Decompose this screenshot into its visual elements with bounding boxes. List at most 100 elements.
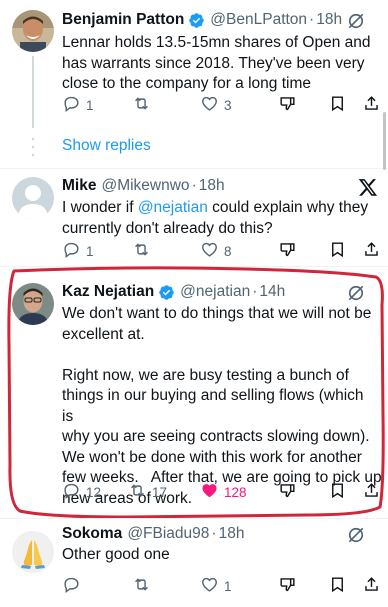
timestamp[interactable]: 14h [259,283,285,301]
tweet-header: Benjamin Patton @BenLPatton · 18h [62,9,342,31]
like-count: 8 [224,243,232,259]
share-icon [362,575,381,597]
separator-dot: · [191,177,197,194]
tweet-text: We don't want to do things that we will … [62,304,382,509]
tweet-line: currently don't already do this? [62,219,273,237]
retweet-icon [132,94,151,116]
reply-button[interactable]: 12 [62,481,101,503]
reply-icon [62,481,81,503]
retweet-icon [132,575,151,597]
mention-link[interactable]: @nejatian [138,199,208,216]
thread-dots-icon [31,137,35,157]
tweet-actions: 1 [62,575,382,597]
display-name[interactable]: Sokoma [62,525,122,543]
timestamp[interactable]: 18h [199,177,225,195]
tweet-line: We don't want to do things that we will … [62,305,372,322]
retweet-button[interactable] [132,94,156,116]
show-replies-link[interactable]: Show replies [62,137,151,155]
handle[interactable]: @BenLPatton [210,11,307,29]
heart-icon [200,575,219,597]
share-button[interactable] [362,575,381,597]
tweet-text: Lennar holds 13.5-15mn shares of Open an… [62,33,378,95]
like-count: 3 [224,97,232,113]
display-name[interactable]: Mike [62,177,96,195]
reply-button[interactable]: 1 [62,94,94,116]
retweet-button[interactable]: 17 [128,481,167,503]
bookmark-icon [328,575,347,597]
avatar[interactable] [12,283,54,325]
praying-hands-emoji-icon [12,531,54,573]
thumbs-down-icon [278,240,297,262]
retweet-icon [128,481,147,503]
bookmark-button[interactable] [328,575,347,597]
separator-dot: · [309,11,315,28]
like-count: 128 [224,484,247,500]
retweet-icon [132,240,151,262]
share-icon [362,240,381,262]
like-button[interactable]: 8 [200,240,232,262]
thumbs-down-icon [278,94,297,116]
heart-icon [200,94,219,116]
bookmark-button[interactable] [328,94,347,116]
like-button[interactable]: 128 [200,481,247,503]
like-button[interactable]: 1 [200,575,232,597]
reply-button[interactable] [62,575,86,597]
heart-icon [200,240,219,262]
grok-icon[interactable] [346,525,366,545]
bookmark-icon [328,240,347,262]
tweet-text-segment: could explain why they [207,199,369,216]
thumbs-down-button[interactable] [278,94,297,116]
bookmark-icon [328,481,347,503]
thumbs-down-button[interactable] [278,240,297,262]
avatar[interactable] [12,10,54,52]
x-logo-icon[interactable] [358,177,378,197]
share-button[interactable] [362,94,381,116]
bookmark-button[interactable] [328,240,347,262]
thumbs-down-button[interactable] [278,481,297,503]
reply-button[interactable]: 1 [62,240,94,262]
tweet-header: Sokoma @FBiadu98 · 18h [62,523,244,545]
tweet-line: I wonder if @nejatian could explain why … [62,198,378,219]
grok-icon[interactable] [346,11,366,31]
retweet-count: 17 [152,484,168,500]
share-button[interactable] [362,481,381,503]
thumbs-down-icon [278,575,297,597]
thread-line [32,56,34,128]
thumbs-down-icon [278,481,297,503]
timestamp[interactable]: 18h [219,525,245,543]
share-button[interactable] [362,240,381,262]
tweet-text-segment: I wonder if [62,199,138,216]
verified-badge-icon [188,12,205,29]
tweet-line: why you are seeing contracts slowing dow… [62,428,370,445]
bookmark-button[interactable] [328,481,347,503]
bookmark-icon [328,94,347,116]
reply-count: 12 [86,484,102,500]
display-name[interactable]: Kaz Nejatian [62,283,154,301]
retweet-button[interactable] [132,240,156,262]
avatar[interactable] [12,531,54,573]
timestamp[interactable]: 18h [316,11,342,29]
tweet-benjamin-patton[interactable]: Benjamin Patton @BenLPatton · 18h Lennar… [0,0,388,128]
handle[interactable]: @FBiadu98 [127,525,209,543]
tweet-sokoma[interactable]: Sokoma @FBiadu98 · 18h Other good one 1 [0,519,388,607]
heart-filled-icon [200,481,219,503]
tweet-actions: 1 3 [62,94,382,116]
separator-dot: · [252,283,258,300]
thumbs-down-button[interactable] [278,575,297,597]
tweet-text: Other good one [62,545,378,566]
tweet-mike[interactable]: Mike @Mikewnwo · 18h I wonder if @nejati… [0,169,388,265]
avatar[interactable] [12,177,54,219]
grok-icon[interactable] [346,283,366,303]
tweet-text: I wonder if @nejatian could explain why … [62,198,378,239]
retweet-button[interactable] [132,575,156,597]
tweet-line: things in our buying and selling flows (… [62,387,364,425]
handle[interactable]: @nejatian [180,283,250,301]
display-name[interactable]: Benjamin Patton [62,11,184,29]
tweet-kaz-nejatian[interactable]: Kaz Nejatian @nejatian · 14h We don't wa… [0,267,388,515]
scrollbar[interactable] [383,112,386,170]
reply-icon [62,94,81,116]
handle[interactable]: @Mikewnwo [101,177,189,195]
tweet-line: We won't be done with this work for anot… [62,448,362,466]
like-button[interactable]: 3 [200,94,232,116]
